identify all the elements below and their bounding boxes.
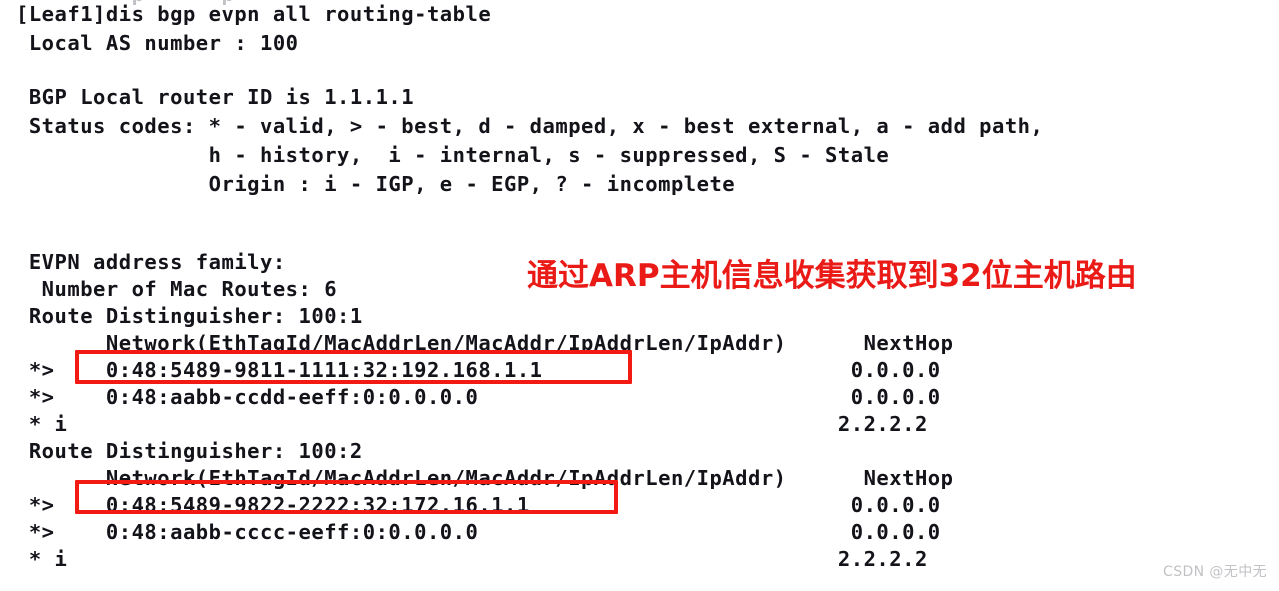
terminal-line-local-as: Local AS number : 100 [16, 31, 299, 55]
terminal-line-rd-1: Route Distinguisher: 100:1 [16, 304, 363, 328]
table-row: * i 2.2.2.2 [16, 412, 928, 436]
screenshot-root: p p [Leaf1]dis bgp evpn all routing-tabl… [0, 0, 1279, 591]
table-row: * i 2.2.2.2 [16, 547, 928, 571]
terminal-line-address-family: EVPN address family: [16, 250, 286, 274]
table-row: *> 0:48:aabb-cccc-eeff:0:0.0.0.0 0.0.0.0 [16, 520, 941, 544]
terminal-line-status-codes-1: Status codes: * - valid, > - best, d - d… [16, 114, 1044, 138]
watermark: CSDN @无中无 [1163, 564, 1267, 580]
terminal-line-status-codes-2: h - history, i - internal, s - suppresse… [16, 143, 890, 167]
terminal-line-mac-routes: Number of Mac Routes: 6 [16, 277, 338, 301]
highlight-box-host-route-2 [75, 480, 618, 514]
terminal-line-rd-2: Route Distinguisher: 100:2 [16, 439, 363, 463]
annotation-text: 通过ARP主机信息收集获取到32位主机路由 [527, 258, 1137, 294]
terminal-line-command: [Leaf1]dis bgp evpn all routing-table [16, 2, 492, 26]
terminal-line-origin: Origin : i - IGP, e - EGP, ? - incomplet… [16, 172, 736, 196]
highlight-box-host-route-1 [75, 350, 632, 384]
table-row: *> 0:48:aabb-ccdd-eeff:0:0.0.0.0 0.0.0.0 [16, 385, 941, 409]
terminal-line-router-id: BGP Local router ID is 1.1.1.1 [16, 85, 415, 109]
